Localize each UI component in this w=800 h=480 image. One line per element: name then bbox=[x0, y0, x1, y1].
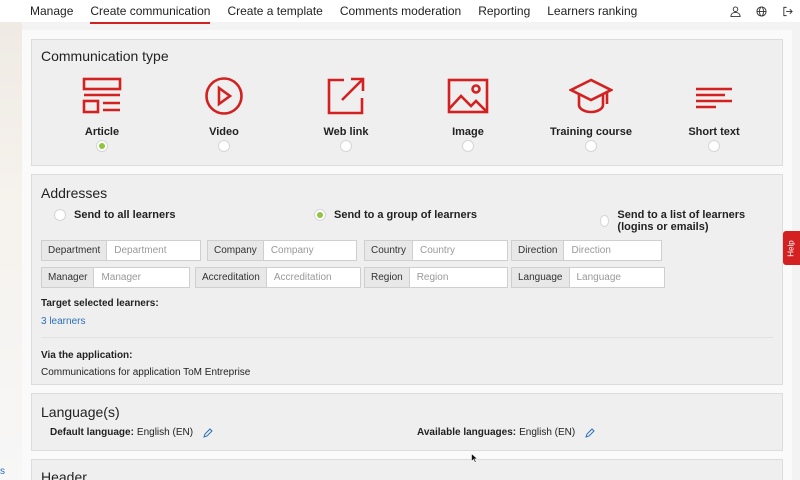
manager-filter: Manager bbox=[41, 267, 190, 288]
target-learners-label: Target selected learners: bbox=[41, 298, 159, 309]
country-input[interactable] bbox=[413, 241, 507, 260]
top-navigation: Manage Create communication Create a tem… bbox=[0, 0, 800, 24]
help-tab[interactable]: Help bbox=[783, 231, 800, 265]
logout-icon[interactable] bbox=[774, 6, 800, 17]
graduation-cap-icon bbox=[541, 74, 641, 118]
type-image-radio[interactable] bbox=[462, 140, 474, 152]
main-content: Communication type Article Video Web lin… bbox=[22, 30, 792, 480]
direction-filter-label: Direction bbox=[512, 241, 565, 260]
language-filter: Language bbox=[511, 267, 665, 288]
available-languages-value: English (EN) bbox=[519, 427, 576, 438]
nav-create-communication[interactable]: Create communication bbox=[90, 1, 211, 24]
header-panel: Header bbox=[31, 459, 783, 480]
addresses-title: Addresses bbox=[41, 185, 108, 201]
accreditation-filter-label: Accreditation bbox=[196, 268, 267, 287]
communication-type-panel: Communication type Article Video Web lin… bbox=[31, 39, 783, 166]
region-filter-label: Region bbox=[365, 268, 410, 287]
available-languages-row: Available languages: English (EN) bbox=[417, 427, 595, 438]
nav-comments-moderation[interactable]: Comments moderation bbox=[340, 1, 461, 21]
via-application-label: Via the application: bbox=[41, 350, 133, 361]
manager-filter-label: Manager bbox=[42, 268, 95, 287]
type-video-label: Video bbox=[209, 126, 239, 138]
language-input[interactable] bbox=[569, 268, 664, 287]
type-article-radio[interactable] bbox=[96, 140, 108, 152]
side-link[interactable]: s bbox=[0, 466, 5, 477]
send-group-option[interactable]: Send to a group of learners bbox=[314, 209, 477, 221]
company-filter: Company bbox=[207, 240, 357, 261]
country-filter-label: Country bbox=[365, 241, 414, 260]
edit-available-languages-icon[interactable] bbox=[585, 427, 595, 438]
external-link-icon bbox=[296, 74, 396, 118]
addresses-panel: Addresses Send to all learners Send to a… bbox=[31, 174, 783, 385]
company-input[interactable] bbox=[263, 241, 356, 260]
country-filter: Country bbox=[364, 240, 508, 261]
send-all-learners-radio[interactable] bbox=[54, 209, 66, 221]
send-group-radio[interactable] bbox=[314, 209, 326, 221]
nav-reporting[interactable]: Reporting bbox=[478, 1, 530, 21]
languages-title: Language(s) bbox=[41, 404, 120, 420]
type-web-link-radio[interactable] bbox=[340, 140, 352, 152]
accreditation-input[interactable] bbox=[266, 268, 360, 287]
department-filter: Department bbox=[41, 240, 201, 261]
communication-type-options: Article Video Web link Image Training co… bbox=[32, 74, 784, 154]
edit-default-language-icon[interactable] bbox=[203, 427, 213, 438]
header-title: Header bbox=[41, 469, 87, 480]
target-learners-link[interactable]: 3 learners bbox=[41, 316, 85, 327]
nav-manage[interactable]: Manage bbox=[30, 1, 73, 21]
type-short-text[interactable]: Short text bbox=[664, 74, 764, 155]
communication-type-title: Communication type bbox=[41, 48, 169, 64]
language-filter-label: Language bbox=[512, 268, 570, 287]
send-group-label: Send to a group of learners bbox=[334, 209, 478, 221]
languages-panel: Language(s) Default language: English (E… bbox=[31, 393, 783, 451]
region-input[interactable] bbox=[409, 268, 507, 287]
nav-learners-ranking[interactable]: Learners ranking bbox=[547, 1, 637, 21]
via-application-value: Communications for application ToM Entre… bbox=[41, 367, 251, 378]
type-article[interactable]: Article bbox=[52, 74, 152, 155]
type-article-label: Article bbox=[84, 126, 120, 138]
image-icon bbox=[418, 74, 518, 118]
send-list-option[interactable]: Send to a list of learners (logins or em… bbox=[600, 209, 782, 233]
short-text-icon bbox=[664, 74, 764, 118]
type-short-text-radio[interactable] bbox=[708, 140, 720, 152]
nav-create-template[interactable]: Create a template bbox=[227, 1, 322, 21]
video-icon bbox=[174, 74, 274, 118]
globe-icon[interactable] bbox=[748, 5, 774, 17]
help-label: Help bbox=[786, 239, 796, 257]
region-filter: Region bbox=[364, 267, 508, 288]
accreditation-filter: Accreditation bbox=[195, 267, 361, 288]
manager-input[interactable] bbox=[94, 268, 189, 287]
divider bbox=[41, 337, 773, 338]
available-languages-label: Available languages: bbox=[417, 427, 517, 438]
direction-input[interactable] bbox=[564, 241, 661, 260]
type-image-label: Image bbox=[452, 126, 484, 138]
type-training-course-label: Training course bbox=[550, 126, 632, 138]
default-language-value: English (EN) bbox=[136, 427, 194, 438]
header-actions bbox=[722, 0, 800, 22]
left-background-strip bbox=[0, 22, 22, 480]
mouse-cursor-icon bbox=[471, 452, 479, 466]
article-icon bbox=[52, 74, 152, 118]
default-language-label: Default language: bbox=[50, 427, 134, 438]
type-web-link[interactable]: Web link bbox=[296, 74, 396, 155]
type-training-course-radio[interactable] bbox=[585, 140, 597, 152]
default-language-row: Default language: English (EN) bbox=[50, 427, 213, 438]
type-short-text-label: Short text bbox=[688, 126, 740, 138]
company-filter-label: Company bbox=[208, 241, 264, 260]
type-web-link-label: Web link bbox=[323, 126, 369, 138]
send-all-learners-option[interactable]: Send to all learners bbox=[54, 209, 175, 221]
send-all-learners-label: Send to all learners bbox=[74, 209, 176, 221]
user-icon[interactable] bbox=[722, 5, 748, 17]
direction-filter: Direction bbox=[511, 240, 662, 261]
type-training-course[interactable]: Training course bbox=[541, 74, 641, 155]
type-image[interactable]: Image bbox=[418, 74, 518, 155]
send-list-radio[interactable] bbox=[600, 215, 610, 227]
type-video-radio[interactable] bbox=[218, 140, 230, 152]
type-video[interactable]: Video bbox=[174, 74, 274, 155]
send-list-label: Send to a list of learners (logins or em… bbox=[617, 209, 746, 233]
department-filter-label: Department bbox=[42, 241, 108, 260]
department-input[interactable] bbox=[107, 241, 200, 260]
